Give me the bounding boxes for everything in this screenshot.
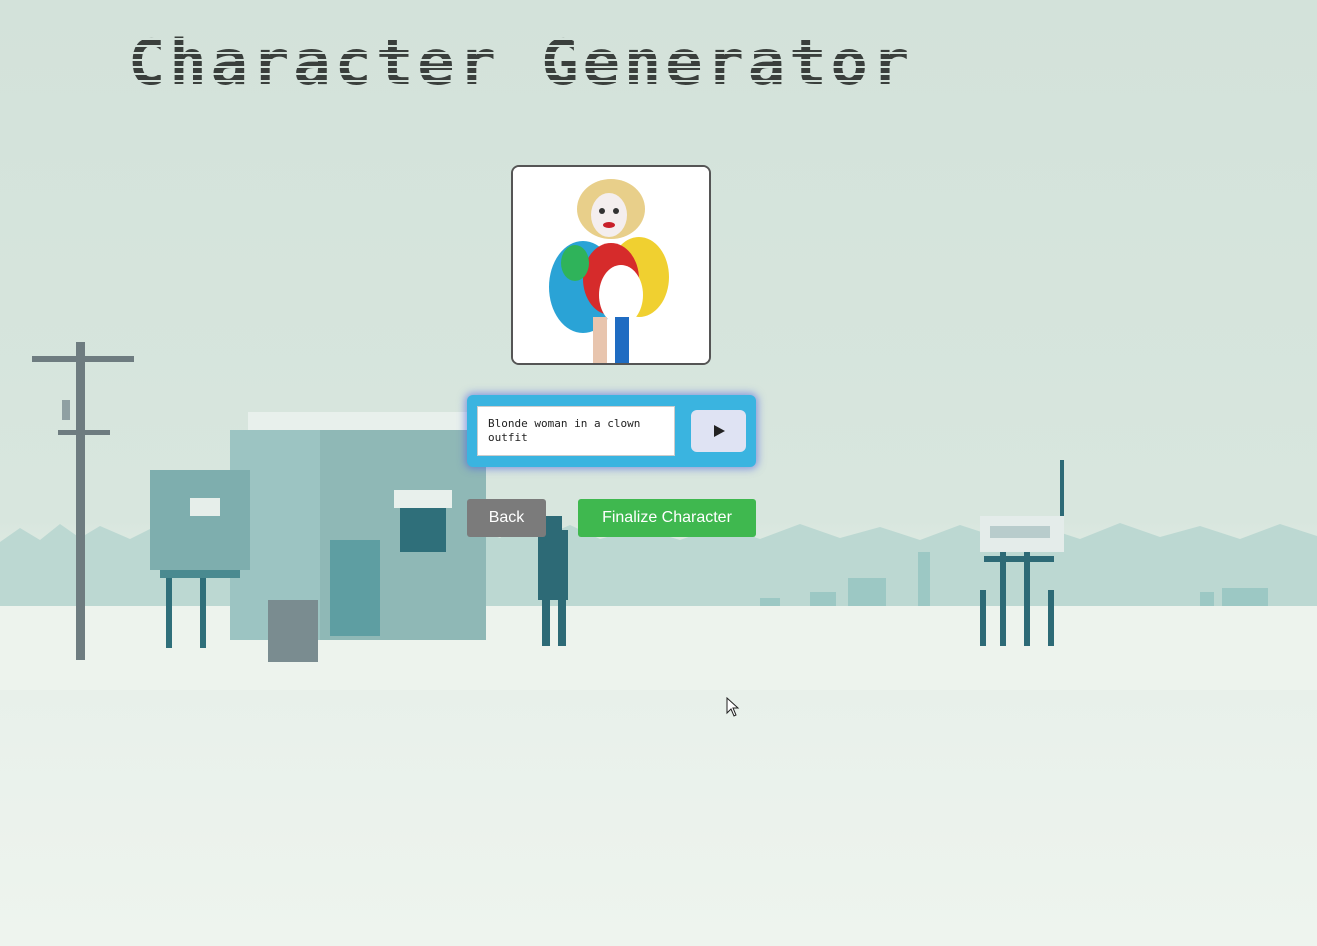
snow-ground — [0, 606, 1317, 690]
back-button[interactable]: Back — [467, 499, 546, 537]
prompt-panel: Blonde woman in a clown outfit — [467, 395, 756, 467]
page-title: Character Generator — [128, 26, 914, 99]
finalize-character-button[interactable]: Finalize Character — [578, 499, 756, 537]
mouse-cursor-icon — [726, 697, 740, 717]
generate-button[interactable] — [691, 410, 746, 452]
character-prompt-input[interactable]: Blonde woman in a clown outfit — [477, 406, 675, 456]
character-image — [513, 167, 709, 363]
play-icon — [713, 425, 725, 437]
character-portrait — [511, 165, 711, 365]
pixel-building — [150, 412, 488, 662]
